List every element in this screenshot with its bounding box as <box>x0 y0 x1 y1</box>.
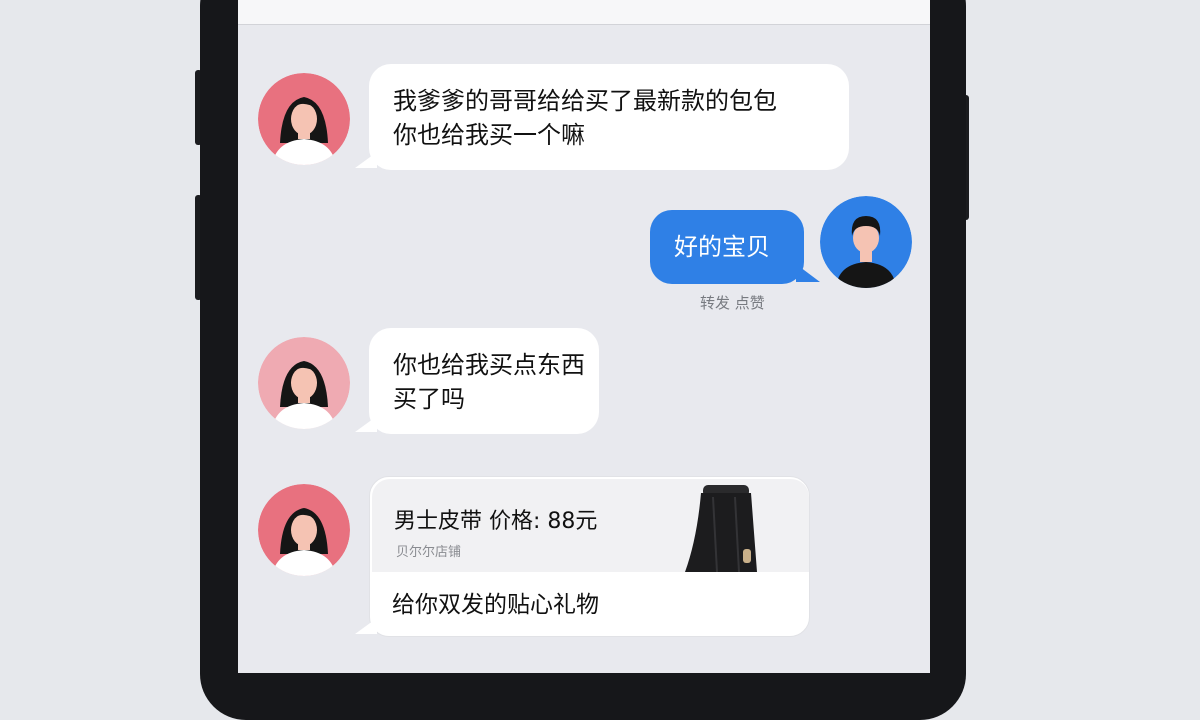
female-avatar-icon[interactable] <box>258 73 350 165</box>
message-text: 你也给我买一个嘛 <box>393 121 585 149</box>
belt-product-icon <box>677 479 773 572</box>
message-text: 买了吗 <box>393 385 465 413</box>
message-text: 给你双发的贴心礼物 <box>392 592 599 618</box>
female-avatar-icon[interactable] <box>258 337 350 429</box>
message-bubble[interactable]: 我爹爹的哥哥给给买了最新款的包包 你也给我买一个嘛 <box>355 64 849 170</box>
female-avatar-icon[interactable] <box>258 484 350 576</box>
product-card-message[interactable]: 男士皮带 价格: 88元 贝尔尔店铺 给你双发的贴心礼物 <box>355 476 810 637</box>
product-title: 男士皮带 价格: 88元 <box>394 509 598 534</box>
message-meta: 转发 点赞 <box>700 294 765 312</box>
male-avatar-icon[interactable] <box>820 196 912 288</box>
product-card[interactable]: 男士皮带 价格: 88元 贝尔尔店铺 <box>372 479 809 572</box>
message-bubble[interactable]: 你也给我买点东西 买了吗 <box>355 328 599 434</box>
chat-header <box>238 0 930 25</box>
message-text: 好的宝贝 <box>674 233 770 261</box>
outgoing-message-bubble[interactable]: 好的宝贝 <box>650 210 820 284</box>
message-text: 我爹爹的哥哥给给买了最新款的包包 <box>393 87 777 115</box>
message-text: 你也给我买点东西 <box>393 351 585 379</box>
product-shop: 贝尔尔店铺 <box>396 545 462 560</box>
